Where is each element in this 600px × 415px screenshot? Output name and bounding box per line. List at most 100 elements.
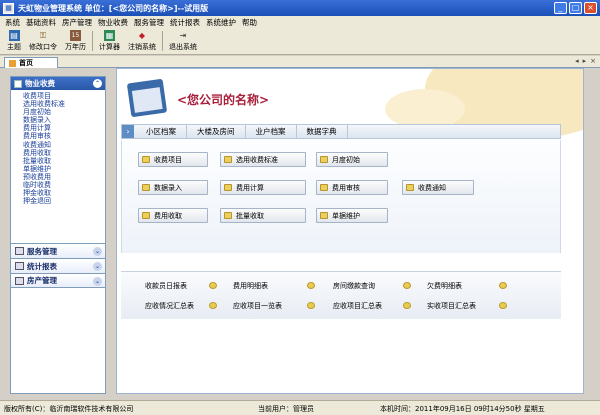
menu-property[interactable]: 房产管理 (59, 17, 95, 28)
app-icon: ▦ (3, 2, 14, 14)
func-button[interactable]: 选用收费标准 (220, 152, 306, 167)
report-link[interactable]: 应收情况汇总表 (145, 301, 194, 311)
report-icon (209, 302, 217, 309)
func-button[interactable]: 费用收取 (138, 208, 208, 223)
nav-tab-dictionary[interactable]: 数据字典 (297, 125, 348, 138)
sidebar-item[interactable]: 选用收费标准 (23, 100, 105, 108)
expand-icon[interactable]: ⌄ (93, 247, 102, 256)
sidebar-item[interactable]: 费用收取 (23, 149, 105, 157)
sidebar-item[interactable]: 单据维护 (23, 165, 105, 173)
report-icon (307, 282, 315, 289)
theme-button[interactable]: ▤ 主题 (3, 30, 25, 54)
tab-scroll-right-icon[interactable]: ▸ (583, 57, 587, 65)
exit-icon: ⇥ (179, 31, 187, 40)
nav-tab-community[interactable]: 小区档案 (134, 125, 187, 138)
expand-icon[interactable]: ⌄ (93, 277, 102, 286)
folder-icon (142, 156, 150, 163)
sidebar-header-fees[interactable]: 物业收费 ⌃ (11, 77, 105, 90)
folder-icon (406, 184, 414, 191)
func-button[interactable]: 收费通知 (402, 180, 474, 195)
calculator-button[interactable]: ▦ 计算器 (95, 30, 124, 54)
menu-basic-data[interactable]: 基础资料 (23, 17, 59, 28)
main-panel: <您公司的名称> › 小区档案 大楼及房间 业户档案 数据字典 收费项目 选用收… (116, 68, 584, 394)
fees-icon (14, 79, 22, 88)
report-icon (499, 302, 507, 309)
status-bar: 版权所有(C)：临沂南瑞软件技术有限公司 当前用户：管理员 本机时间：2011年… (0, 400, 600, 415)
exit-button[interactable]: ⇥ 退出系统 (165, 30, 201, 54)
calendar-graphic-icon (126, 78, 168, 118)
menu-help[interactable]: 帮助 (239, 17, 260, 28)
nav-arrow-icon: › (122, 125, 134, 138)
func-button[interactable]: 费用审核 (316, 180, 388, 195)
menu-maintenance[interactable]: 系统维护 (203, 17, 239, 28)
reports-icon (15, 262, 24, 270)
folder-icon (142, 212, 150, 219)
tab-close-icon[interactable]: × (590, 57, 596, 65)
sidebar-item[interactable]: 押金收取 (23, 189, 105, 197)
collapse-icon[interactable]: ⌃ (93, 79, 102, 88)
minimize-button[interactable]: _ (554, 2, 567, 14)
report-icon (499, 282, 507, 289)
func-button[interactable]: 月度初始 (316, 152, 388, 167)
toolbar-separator (162, 31, 163, 51)
report-link[interactable]: 房间缴款查询 (333, 281, 375, 291)
func-button[interactable]: 批量收取 (220, 208, 306, 223)
menu-service[interactable]: 服务管理 (131, 17, 167, 28)
report-link[interactable]: 欠费明细表 (427, 281, 462, 291)
report-link[interactable]: 费用明细表 (233, 281, 268, 291)
calendar-icon: 15 (70, 30, 81, 41)
toolbar: ▤ 主题 ⚿ 修改口令 15 万年历 ▦ 计算器 ◆ 注销系统 ⇥ 退出系统 (0, 29, 600, 55)
banner: <您公司的名称> (117, 69, 583, 139)
menu-reports[interactable]: 统计报表 (167, 17, 203, 28)
toolbar-separator (92, 31, 93, 51)
report-icon (403, 282, 411, 289)
close-button[interactable]: × (584, 2, 597, 14)
sidebar-section-reports[interactable]: 统计报表 ⌄ (11, 258, 105, 273)
menu-system[interactable]: 系统 (2, 17, 23, 28)
folder-icon (142, 184, 150, 191)
home-icon (9, 59, 16, 67)
sidebar-item[interactable]: 预收费用 (23, 173, 105, 181)
sidebar-section-service[interactable]: 服务管理 ⌄ (11, 243, 105, 258)
sidebar-list: 收费项目 选用收费标准 月度初始 数据录入 费用计算 费用审核 收费通知 费用收… (11, 90, 105, 243)
folder-icon (320, 184, 328, 191)
tab-home[interactable]: 首页 (4, 57, 58, 68)
func-button[interactable]: 数据录入 (138, 180, 208, 195)
report-link[interactable]: 应收项目一览表 (233, 301, 282, 311)
nav-bar: › 小区档案 大楼及房间 业户档案 数据字典 (121, 124, 561, 139)
expand-icon[interactable]: ⌄ (93, 262, 102, 271)
sidebar-item[interactable]: 收费通知 (23, 141, 105, 149)
report-link[interactable]: 应收项目汇总表 (333, 301, 382, 311)
sidebar-item[interactable]: 批量收取 (23, 157, 105, 165)
sidebar-item[interactable]: 临时收费 (23, 181, 105, 189)
title-bar: ▦ 天虹物业管理系统 单位：[<您公司的名称>]--试用版 _ □ × (0, 0, 600, 16)
change-password-button[interactable]: ⚿ 修改口令 (25, 30, 61, 54)
current-user: 当前用户：管理员 (258, 405, 314, 413)
func-button[interactable]: 单据维护 (316, 208, 388, 223)
folder-icon (320, 156, 328, 163)
logout-button[interactable]: ◆ 注销系统 (124, 30, 160, 54)
folder-icon (320, 212, 328, 219)
sidebar-section-property[interactable]: 房产管理 ⌄ (11, 273, 105, 288)
report-link[interactable]: 收款员日报表 (145, 281, 187, 291)
report-icon (403, 302, 411, 309)
maximize-button[interactable]: □ (569, 2, 582, 14)
report-link[interactable]: 实收项目汇总表 (427, 301, 476, 311)
nav-tab-buildings[interactable]: 大楼及房间 (187, 125, 246, 138)
property-icon (15, 276, 24, 285)
sidebar-item[interactable]: 押金退回 (23, 197, 105, 205)
sidebar: 物业收费 ⌃ 收费项目 选用收费标准 月度初始 数据录入 费用计算 费用审核 收… (10, 76, 106, 394)
report-icon (307, 302, 315, 309)
folder-icon (224, 212, 232, 219)
sidebar-item[interactable]: 收费项目 (23, 92, 105, 100)
func-button[interactable]: 费用计算 (220, 180, 306, 195)
func-button[interactable]: 收费项目 (138, 152, 208, 167)
menu-fees[interactable]: 物业收费 (95, 17, 131, 28)
nav-tab-owners[interactable]: 业户档案 (246, 125, 297, 138)
menu-bar: 系统 基础资料 房产管理 物业收费 服务管理 统计报表 系统维护 帮助 (0, 16, 600, 29)
sidebar-item[interactable]: 费用审核 (23, 132, 105, 140)
tab-scroll-left-icon[interactable]: ◂ (575, 57, 579, 65)
tab-strip: 首页 ◂ ▸ × (0, 56, 600, 68)
theme-icon: ▤ (8, 30, 20, 41)
calendar-button[interactable]: 15 万年历 (61, 30, 90, 54)
